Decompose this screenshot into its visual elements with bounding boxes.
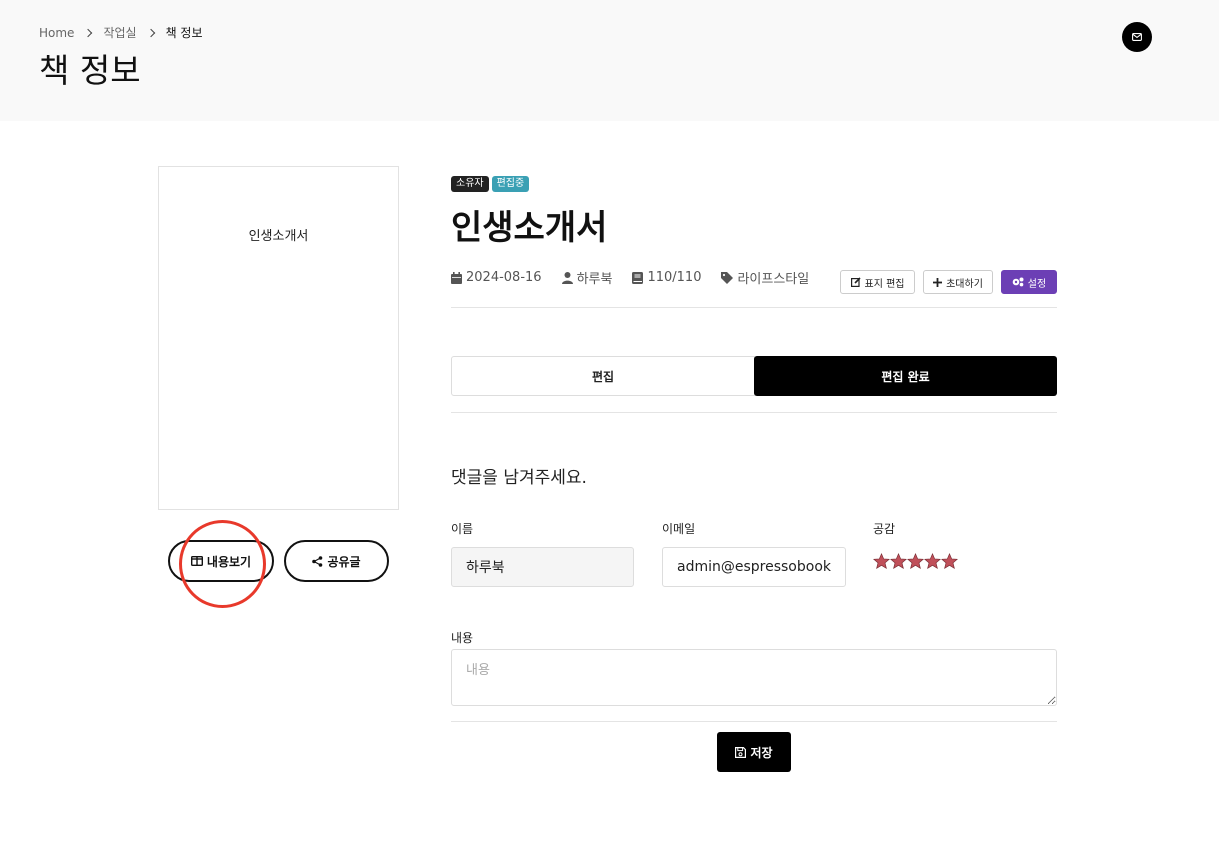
comment-heading: 댓글을 남겨주세요. <box>451 468 587 488</box>
invite-button[interactable]: 초대하기 <box>923 270 993 294</box>
share-button[interactable]: 공유글 <box>284 540 389 582</box>
meta-date: 2024-08-16 <box>451 270 542 285</box>
email-input[interactable] <box>662 547 846 587</box>
breadcrumb: Home 작업실 책 정보 <box>39 24 203 41</box>
book-meta: 2024-08-16 하루북 110/110 라이프스타일 <box>451 268 809 287</box>
book-title: 인생소개서 <box>451 208 608 248</box>
tab-edit[interactable]: 편집 <box>451 356 755 396</box>
cover-edit-label: 표지 편집 <box>864 278 905 290</box>
status-badges: 소유자 편집중 <box>451 176 530 192</box>
floppy-icon <box>735 746 747 758</box>
settings-label: 설정 <box>1027 278 1047 290</box>
tab-edit-done[interactable]: 편집 완료 <box>754 356 1057 396</box>
rating-label: 공감 <box>873 522 896 536</box>
tag-icon <box>721 271 734 284</box>
settings-button[interactable]: 설정 <box>1001 270 1057 294</box>
calendar-icon <box>451 271 462 284</box>
email-label: 이메일 <box>662 522 696 536</box>
book-icon <box>632 271 644 284</box>
meta-author: 하루북 <box>561 268 613 287</box>
page-title: 책 정보 <box>39 51 141 90</box>
tabs-divider <box>451 412 1057 413</box>
plus-icon <box>933 277 943 287</box>
meta-category: 라이프스타일 <box>721 268 809 287</box>
share-label: 공유글 <box>327 554 361 569</box>
meta-pages: 110/110 <box>632 270 701 285</box>
meta-author-text: 하루북 <box>576 272 613 287</box>
form-divider <box>451 721 1057 722</box>
edit-icon <box>850 277 861 287</box>
owner-badge: 소유자 <box>451 176 489 192</box>
mail-button[interactable] <box>1122 22 1152 52</box>
breadcrumb-home[interactable]: Home <box>39 26 74 40</box>
content-textarea[interactable] <box>451 649 1057 706</box>
book-cover: 인생소개서 <box>158 166 399 510</box>
content-label: 내용 <box>451 631 474 645</box>
star-icon[interactable] <box>907 553 924 570</box>
page-header: Home 작업실 책 정보 책 정보 <box>0 0 1219 121</box>
book-open-icon <box>190 556 203 566</box>
cover-title: 인생소개서 <box>248 229 309 244</box>
editing-badge: 편집중 <box>491 176 530 192</box>
share-icon <box>312 555 323 567</box>
name-input[interactable] <box>451 547 634 587</box>
save-label: 저장 <box>750 745 773 760</box>
save-button[interactable]: 저장 <box>717 732 791 772</box>
meta-divider <box>451 307 1057 308</box>
meta-pages-text: 110/110 <box>647 270 702 285</box>
meta-date-text: 2024-08-16 <box>466 270 542 285</box>
breadcrumb-current: 책 정보 <box>165 26 203 40</box>
user-icon <box>561 271 573 284</box>
envelope-icon <box>1132 33 1142 41</box>
star-icon[interactable] <box>873 553 890 570</box>
name-label: 이름 <box>451 522 474 536</box>
breadcrumb-workspace[interactable]: 작업실 <box>103 24 136 41</box>
meta-category-text: 라이프스타일 <box>737 272 810 287</box>
star-icon[interactable] <box>924 553 941 570</box>
chevron-right-icon <box>146 28 155 37</box>
gears-icon <box>1012 277 1024 287</box>
cover-edit-button[interactable]: 표지 편집 <box>840 270 915 294</box>
chevron-right-icon <box>84 28 93 37</box>
star-icon[interactable] <box>941 553 958 570</box>
view-content-button[interactable]: 내용보기 <box>168 540 274 582</box>
view-content-label: 내용보기 <box>206 554 252 569</box>
rating-stars[interactable] <box>873 553 958 570</box>
invite-label: 초대하기 <box>946 278 983 290</box>
star-icon[interactable] <box>890 553 907 570</box>
